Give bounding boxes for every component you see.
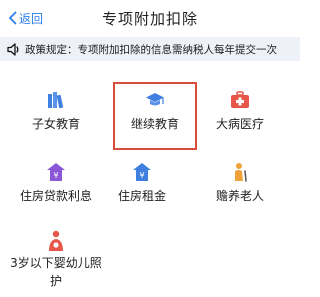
speaker-icon [7, 42, 19, 56]
svg-text:¥: ¥ [139, 171, 144, 180]
item-label: 赡养老人 [215, 189, 264, 203]
svg-text:¥: ¥ [53, 171, 58, 180]
nav-bar: 返回 专项附加扣除 [0, 0, 300, 36]
item-label: 住房贷款利息 [19, 189, 92, 203]
item-label: 继续教育 [130, 117, 179, 131]
deduction-item-continuing-education[interactable]: 继续教育 [113, 82, 197, 150]
item-label: 住房租金 [117, 189, 166, 203]
deduction-item-housing-rent[interactable]: ¥ 住房租金 [100, 154, 184, 222]
house-rent-icon: ¥ [133, 163, 151, 181]
item-label: 子女教育 [31, 117, 80, 131]
notice-text: 政策规定：专项附加扣除的信息需纳税人每年提交一次 [25, 43, 277, 56]
deduction-item-children-education[interactable]: 子女教育 [14, 82, 98, 150]
page-title: 专项附加扣除 [101, 10, 198, 28]
deduction-item-elderly-support[interactable]: 赡养老人 [198, 154, 282, 222]
elderly-person-icon [235, 163, 247, 182]
medical-kit-icon [231, 91, 249, 108]
deduction-item-serious-illness[interactable]: 大病医疗 [198, 82, 282, 150]
item-label: 大病医疗 [215, 117, 264, 131]
item-label: 3岁以下婴幼儿照护 [10, 256, 102, 288]
house-loan-icon: ¥ [47, 163, 65, 181]
deduction-item-infant-care[interactable]: 3岁以下婴幼儿照护 [6, 228, 106, 290]
deduction-item-housing-loan-interest[interactable]: ¥ 住房贷款利息 [14, 154, 98, 222]
policy-notice-bar: 政策规定：专项附加扣除的信息需纳税人每年提交一次 [0, 37, 300, 61]
books-icon [48, 92, 64, 109]
infant-care-icon [49, 230, 63, 251]
graduation-cap-icon [146, 93, 164, 106]
